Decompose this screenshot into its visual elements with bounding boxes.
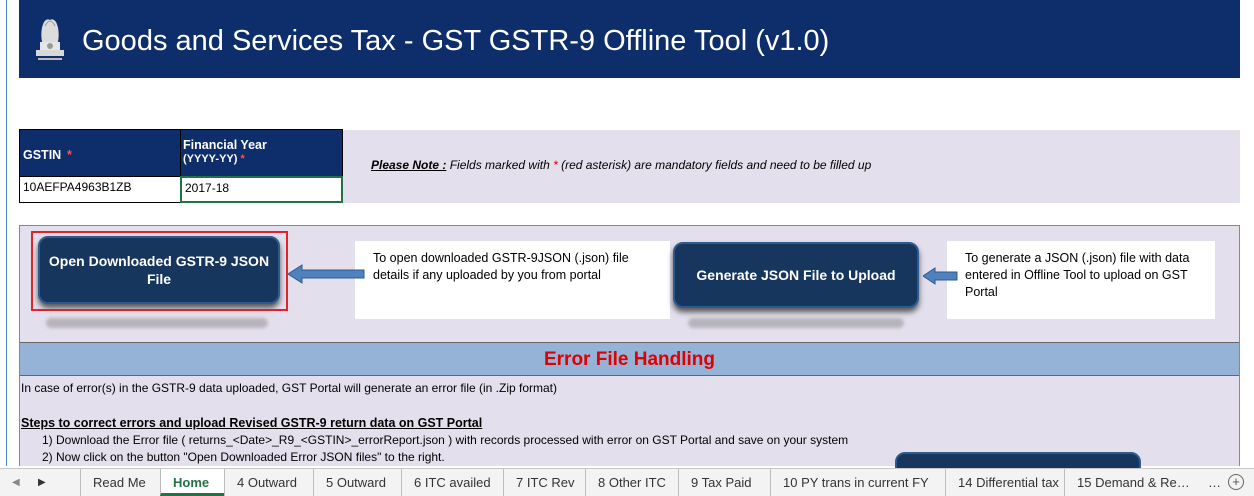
tab-home[interactable]: Home: [160, 469, 224, 496]
spreadsheet-area: Goods and Services Tax - GST GSTR-9 Offl…: [0, 0, 1254, 472]
fy-label-line1: Financial Year: [183, 138, 267, 152]
sheet-tab-bar: ◀ ▶ Read Me Home 4 Outward 5 Outward 6 ITC a…: [0, 468, 1254, 496]
add-sheet-icon[interactable]: +: [1228, 474, 1244, 490]
step-1: 1) Download the Error file ( returns_<Da…: [42, 433, 849, 447]
financial-year-header: Financial Year (YYYY-YY) *: [180, 129, 343, 177]
tab-15-demand-re[interactable]: 15 Demand & Re…: [1064, 469, 1204, 496]
scroll-left-icon[interactable]: ◀: [12, 469, 20, 496]
tab-7-itc-rev[interactable]: 7 ITC Rev: [503, 469, 585, 496]
tab-8-other-itc[interactable]: 8 Other ITC: [585, 469, 678, 496]
column-divider: [6, 0, 7, 466]
page-title: Goods and Services Tax - GST GSTR-9 Offl…: [82, 25, 830, 57]
generate-json-button[interactable]: Generate JSON File to Upload: [673, 242, 919, 308]
required-asterisk: *: [240, 153, 245, 165]
national-emblem-icon: [36, 19, 64, 60]
left-arrow-icon: [923, 267, 958, 285]
gstin-field[interactable]: 10AEFPA4963B1ZB: [19, 176, 181, 203]
left-arrow-icon: [288, 264, 365, 284]
tab-5-outward[interactable]: 5 Outward: [313, 469, 401, 496]
scroll-right-icon[interactable]: ▶: [38, 469, 46, 496]
gstin-header: GSTIN *: [19, 129, 181, 177]
tab-read-me[interactable]: Read Me: [80, 469, 160, 496]
step-2: 2) Now click on the button "Open Downloa…: [42, 450, 445, 464]
required-asterisk: *: [67, 148, 72, 162]
generate-json-description: To generate a JSON (.json) file with dat…: [965, 250, 1213, 301]
tab-9-tax-paid[interactable]: 9 Tax Paid: [678, 469, 770, 496]
open-json-button[interactable]: Open Downloaded GSTR-9 JSON File: [38, 236, 280, 304]
open-json-description: To open downloaded GSTR-9JSON (.json) fi…: [373, 250, 663, 284]
steps-heading: Steps to correct errors and upload Revis…: [21, 416, 483, 430]
gstin-label: GSTIN: [23, 148, 62, 162]
note-text-1: Fields marked with: [446, 158, 554, 172]
error-section-title: Error File Handling: [543, 349, 716, 370]
financial-year-field[interactable]: 2017-18: [180, 176, 343, 203]
more-tabs-icon[interactable]: …: [1208, 469, 1221, 496]
error-intro: In case of error(s) in the GSTR-9 data u…: [21, 381, 558, 395]
mandatory-note: Please Note : Fields marked with * (red …: [371, 158, 871, 172]
note-text-2: (red asterisk) are mandatory fields and …: [557, 158, 872, 172]
tab-6-itc-availed[interactable]: 6 ITC availed: [401, 469, 503, 496]
button-shadow: [46, 318, 268, 328]
fy-label-line2: (YYYY-YY): [183, 153, 238, 165]
error-section-band: Error File Handling: [20, 342, 1239, 376]
note-heading: Please Note :: [371, 158, 447, 172]
tab-4-outward[interactable]: 4 Outward: [224, 469, 313, 496]
tab-14-differential-tax[interactable]: 14 Differential tax: [945, 469, 1064, 496]
tab-10-py-trans-in-current-fy[interactable]: 10 PY trans in current FY: [770, 469, 945, 496]
button-shadow: [688, 318, 904, 328]
